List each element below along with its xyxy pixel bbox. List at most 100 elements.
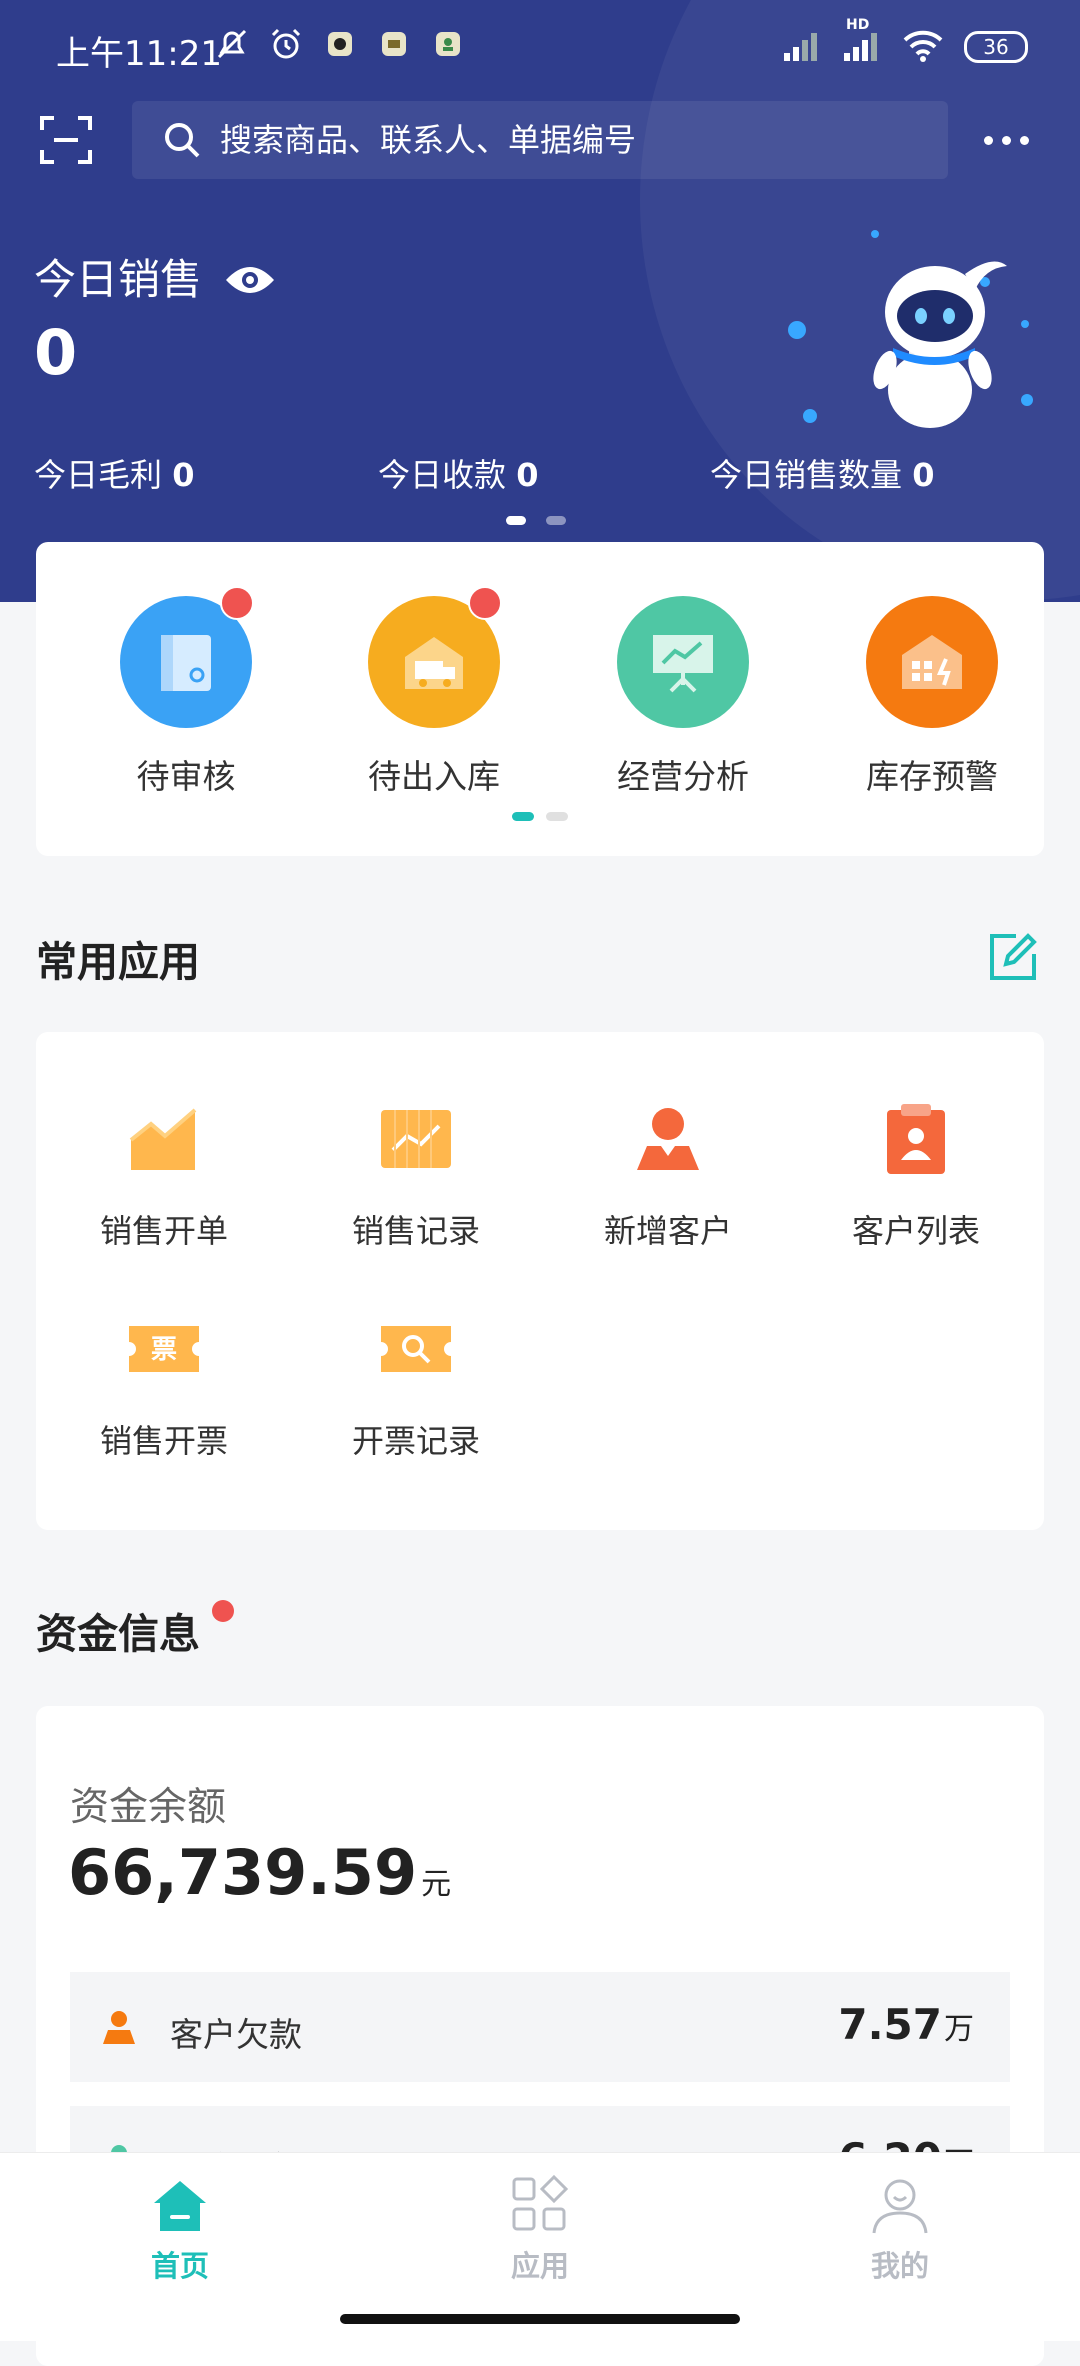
signal-hd-icon: HD [842, 17, 882, 65]
search-input[interactable] [218, 120, 922, 160]
customer-list-icon [877, 1100, 955, 1178]
common-apps-title: 常用应用 [36, 938, 200, 986]
fund-row-amount: 7.57万 [838, 2000, 974, 2049]
home-icon [148, 2173, 212, 2237]
quick-item-label: 待出入库 [368, 757, 500, 796]
fund-row-customer-debt[interactable]: 客户欠款 7.57万 [70, 1972, 1010, 2082]
fund-row-value: 7.57 [838, 2000, 942, 2049]
funds-title: 资金信息 [36, 1610, 200, 1658]
balance-label: 资金余额 [70, 1785, 227, 1830]
balance-value: 66,739.59 [68, 1836, 418, 1909]
fund-row-label: 客户欠款 [170, 2015, 302, 2054]
more-dot [1002, 135, 1011, 145]
document-icon [120, 586, 254, 728]
notification-badge [468, 586, 502, 620]
chart-board-icon [617, 596, 749, 728]
page-dot [512, 812, 534, 821]
page-dot [546, 516, 566, 525]
app-add-customer[interactable]: 新增客户 [558, 1100, 778, 1252]
app-label: 销售开单 [99, 1212, 228, 1250]
today-sales-value: 0 [34, 316, 78, 389]
tab-apps[interactable]: 应用 [440, 2173, 640, 2285]
home-indicator [340, 2314, 740, 2324]
signal-icon [782, 29, 822, 65]
quick-item-business-analysis[interactable]: 经营分析 [583, 596, 783, 798]
page-dot [506, 516, 526, 525]
sales-record-icon [377, 1100, 455, 1178]
invoice-search-icon [377, 1310, 455, 1388]
page-dot [546, 812, 568, 821]
quick-item-label: 待审核 [136, 757, 236, 796]
kpi-receipts: 今日收款 0 [378, 450, 538, 496]
balance-unit: 元 [421, 1867, 452, 1902]
app-sales-order[interactable]: 销售开单 [54, 1100, 274, 1252]
tab-label: 我的 [870, 2249, 929, 2283]
kpi-value: 0 [172, 456, 195, 494]
app-label: 开票记录 [351, 1422, 480, 1460]
quick-actions-page-indicator [512, 812, 568, 821]
app-customer-list[interactable]: 客户列表 [806, 1100, 1026, 1252]
status-bar: 上午11:21 HD 36 [0, 0, 1080, 92]
app-label: 销售记录 [351, 1212, 480, 1250]
svg-text:票: 票 [151, 1335, 177, 1365]
kpi-sales-quantity: 今日销售数量 0 [710, 450, 934, 496]
app-notification-icon [322, 26, 358, 62]
app-invoice-record[interactable]: 开票记录 [306, 1310, 526, 1462]
quick-item-pending-review[interactable]: 待审核 [86, 586, 286, 798]
kpi-label: 今日毛利 [34, 456, 163, 494]
edit-icon[interactable] [986, 930, 1040, 984]
warehouse-truck-icon [368, 586, 502, 728]
status-icons-left [214, 26, 466, 62]
app-notification-icon [430, 26, 466, 62]
quick-item-label: 经营分析 [617, 757, 749, 796]
header-banner: 上午11:21 HD 36 搜索商品、联系人、单据编号 今日销售 0 今日毛利 … [0, 0, 1080, 602]
today-sales-label: 今日销售 [34, 255, 203, 304]
wifi-icon [902, 28, 944, 66]
quick-actions-card: 待审核 待出入库 经营分析 库存预警 [36, 542, 1044, 856]
kpi-value: 0 [516, 456, 539, 494]
today-sales-heading: 今日销售 [34, 246, 276, 307]
tab-home[interactable]: 首页 [80, 2173, 280, 2285]
profile-icon [868, 2173, 932, 2237]
mute-icon [214, 26, 250, 62]
tab-label: 首页 [150, 2249, 209, 2283]
search-icon [162, 120, 202, 160]
kpi-label: 今日收款 [378, 456, 507, 494]
more-dot [1020, 135, 1029, 145]
quick-item-label: 库存预警 [866, 757, 998, 796]
tab-mine[interactable]: 我的 [800, 2173, 1000, 2285]
kpi-label: 今日销售数量 [710, 456, 903, 494]
sales-chart-icon [125, 1100, 203, 1178]
apps-grid-icon [508, 2173, 572, 2237]
more-dot [984, 135, 993, 145]
app-notification-icon [376, 26, 412, 62]
app-label: 客户列表 [851, 1212, 980, 1250]
notification-badge [220, 586, 254, 620]
app-sales-record[interactable]: 销售记录 [306, 1100, 526, 1252]
customer-icon [100, 2008, 138, 2046]
eye-icon[interactable] [224, 259, 276, 295]
common-apps-card: 销售开单 销售记录 新增客户 客户列表 票 销售开票 开票记录 [36, 1032, 1044, 1530]
battery-indicator: 36 [964, 31, 1028, 63]
quick-item-pending-stock[interactable]: 待出入库 [334, 586, 534, 798]
notification-badge [212, 1600, 234, 1622]
app-label: 新增客户 [603, 1212, 732, 1250]
kpi-gross-profit: 今日毛利 0 [34, 450, 194, 496]
scan-icon[interactable] [38, 112, 94, 168]
balance-amount: 66,739.59 元 [68, 1836, 451, 1909]
status-time: 上午11:21 [56, 34, 222, 74]
banner-page-indicator [506, 516, 566, 525]
tab-label: 应用 [510, 2249, 569, 2283]
bottom-tab-bar: 首页 应用 我的 [0, 2152, 1080, 2341]
alarm-icon [268, 26, 304, 62]
status-icons-right: HD 36 [782, 17, 1028, 66]
search-bar[interactable] [132, 101, 948, 179]
quick-item-stock-alert[interactable]: 库存预警 [832, 596, 1032, 798]
network-hd-label: HD [846, 17, 870, 33]
invoice-icon: 票 [125, 1310, 203, 1388]
robot-mascot [775, 220, 1045, 430]
add-customer-icon [629, 1100, 707, 1178]
app-sales-invoice[interactable]: 票 销售开票 [54, 1310, 274, 1462]
app-label: 销售开票 [99, 1422, 228, 1460]
more-icon[interactable] [984, 122, 1044, 158]
